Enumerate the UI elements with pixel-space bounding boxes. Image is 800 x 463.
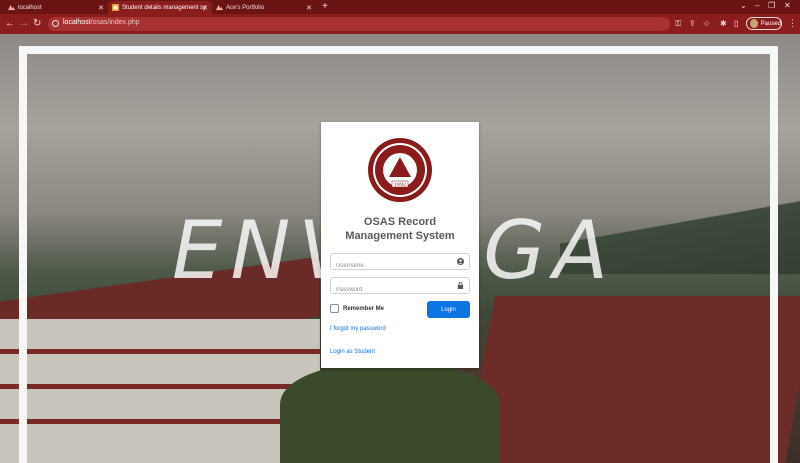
login-card: 1992 OSAS Record Management System Remem…	[321, 122, 479, 368]
restore-icon[interactable]: ❐	[768, 1, 775, 10]
login-as-student-link[interactable]: Login as Student	[330, 349, 375, 355]
password-field[interactable]	[330, 277, 470, 298]
key-icon[interactable]: ⚿	[675, 19, 681, 29]
remember-me-checkbox[interactable]	[330, 304, 339, 313]
url-text: localhost/osas/index.php	[63, 19, 140, 26]
site-info-icon[interactable]	[52, 20, 59, 27]
tab-label: localhost	[18, 4, 42, 11]
address-bar[interactable]: localhost/osas/index.php	[48, 17, 670, 31]
more-menu-icon[interactable]: ⋮	[788, 18, 797, 29]
tab-label: Student details management sy	[122, 4, 207, 11]
tab-label: Ace's Portfolio	[226, 4, 265, 11]
login-button[interactable]: Login	[427, 301, 470, 318]
share-icon[interactable]: ⇪	[689, 19, 696, 28]
portfolio-favicon-icon	[216, 4, 223, 11]
svg-text:1992: 1992	[394, 182, 407, 188]
tab-localhost[interactable]: localhost ✕	[4, 1, 108, 14]
bookmark-star-icon[interactable]: ☆	[703, 19, 710, 28]
minimize-icon[interactable]: –	[755, 1, 759, 10]
tab-strip: localhost ✕ Student details management s…	[0, 0, 800, 14]
close-tab-icon[interactable]: ✕	[98, 4, 104, 12]
avatar	[750, 19, 758, 28]
site-favicon-icon	[112, 4, 119, 11]
tab-student-details[interactable]: Student details management sy ✕	[108, 1, 212, 14]
remember-me[interactable]: Remember Me	[330, 304, 384, 313]
system-title: OSAS Record Management System	[345, 216, 455, 242]
localhost-favicon-icon	[8, 4, 15, 11]
side-panel-icon[interactable]: ▯	[734, 19, 738, 28]
close-tab-icon[interactable]: ✕	[202, 4, 208, 12]
browser-toolbar: ← → ↻ localhost/osas/index.php ⚿ ⇪ ☆ ✱ ▯…	[0, 14, 800, 34]
profile-button[interactable]: Paused	[746, 17, 782, 30]
close-tab-icon[interactable]: ✕	[306, 4, 312, 12]
reload-icon[interactable]: ↻	[33, 18, 41, 29]
remember-me-label: Remember Me	[343, 305, 385, 312]
new-tab-button[interactable]: +	[322, 1, 328, 12]
user-icon	[457, 258, 464, 265]
lock-icon	[457, 282, 464, 289]
forgot-password-link[interactable]: I forgot my password	[330, 326, 386, 332]
tab-aces-portfolio[interactable]: Ace's Portfolio ✕	[212, 1, 316, 14]
username-input[interactable]	[331, 258, 451, 274]
password-input[interactable]	[331, 282, 451, 298]
university-seal-icon: 1992	[368, 138, 432, 202]
tab-search-icon[interactable]: ⌄	[740, 1, 747, 10]
close-window-icon[interactable]: ✕	[784, 1, 791, 10]
extensions-icon[interactable]: ✱	[720, 19, 727, 28]
username-field[interactable]	[330, 253, 470, 274]
forward-icon[interactable]: →	[19, 18, 29, 29]
profile-status: Paused	[760, 20, 781, 27]
back-icon[interactable]: ←	[5, 18, 15, 29]
